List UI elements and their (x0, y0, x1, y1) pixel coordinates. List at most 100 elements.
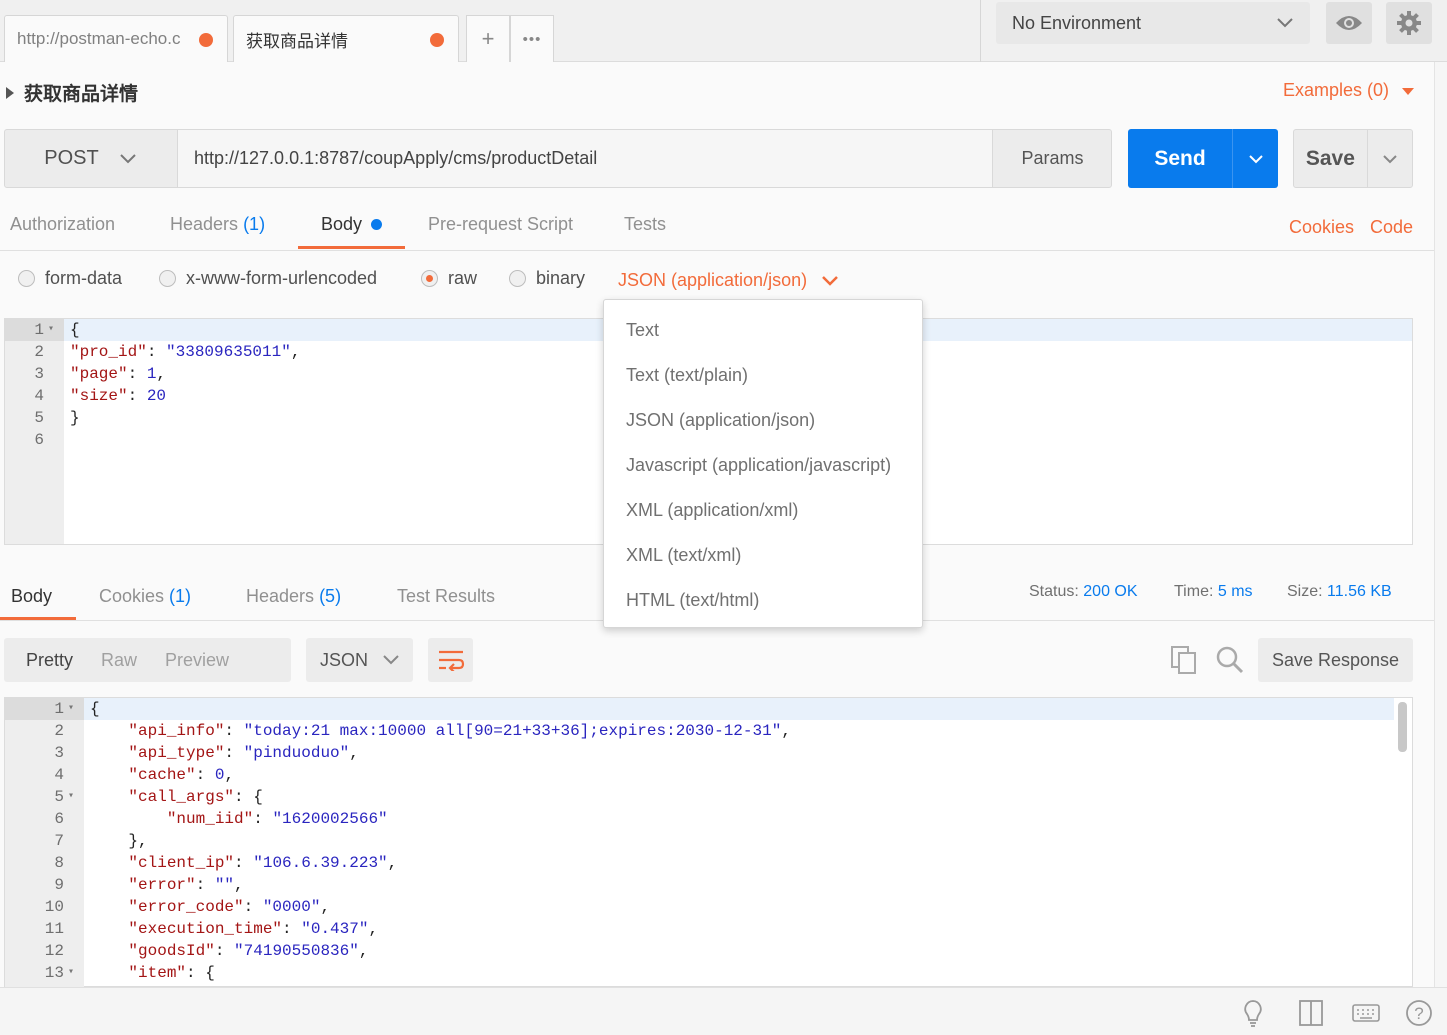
copy-response-button[interactable] (1170, 645, 1198, 680)
code-token: : (195, 876, 215, 894)
new-tab-button[interactable]: + (466, 15, 510, 62)
response-tab-test-results[interactable]: Test Results (397, 586, 495, 607)
url-input[interactable]: http://127.0.0.1:8787/coupApply/cms/prod… (178, 130, 992, 187)
fold-caret-icon[interactable]: ▾ (44, 319, 58, 341)
wrap-lines-button[interactable] (428, 638, 473, 682)
save-response-button[interactable]: Save Response (1258, 638, 1413, 682)
code-token: : (224, 744, 244, 762)
code-token: : (243, 898, 263, 916)
more-tabs-button[interactable]: ••• (510, 15, 554, 62)
tab-tests[interactable]: Tests (624, 214, 666, 235)
radio-button[interactable] (18, 270, 35, 287)
size-value: 11.56 KB (1327, 583, 1392, 600)
save-options-button[interactable] (1366, 130, 1412, 187)
manage-environments-button[interactable] (1386, 2, 1432, 44)
request-name-label: 获取商品详情 (24, 83, 139, 105)
response-tab-headers[interactable]: Headers (5) (246, 586, 341, 607)
line-number: 10 (24, 896, 78, 918)
bootcamp-button[interactable] (1241, 999, 1265, 1032)
radio-raw[interactable]: raw (421, 268, 477, 289)
response-format-select[interactable]: JSON (306, 638, 413, 682)
two-pane-view-button[interactable] (1298, 999, 1324, 1032)
tab-label: Headers (246, 586, 315, 606)
tab-product-detail[interactable]: 获取商品详情 (233, 15, 459, 63)
svg-text:?: ? (1414, 1004, 1423, 1023)
code-token: : { (234, 788, 263, 806)
tab-authorization[interactable]: Authorization (10, 214, 115, 235)
help-button[interactable]: ? (1405, 999, 1433, 1032)
save-button[interactable]: Save (1293, 129, 1413, 188)
code-line: } (70, 407, 300, 429)
content-type-option[interactable]: XML (application/xml) (604, 488, 922, 533)
window-scrollbar[interactable] (1434, 62, 1447, 987)
view-preview-button[interactable]: Preview (159, 650, 251, 671)
tab-headers[interactable]: Headers (1) (170, 214, 265, 235)
tab-body[interactable]: Body (321, 214, 383, 235)
fold-caret-icon[interactable]: ▾ (64, 962, 78, 984)
tab-label: Pre-request Script (428, 214, 574, 234)
request-body-code[interactable]: {"pro_id": "33809635011", "page": 1, "size… (70, 319, 300, 451)
line-number-text: 5 (34, 409, 44, 427)
content-type-dropdown: Text Text (text/plain) JSON (application/j… (603, 299, 923, 628)
fold-caret-icon[interactable]: ▾ (64, 698, 78, 720)
code-line: "page": 1, (70, 363, 300, 385)
code-line: "error_code": "0000", (90, 896, 791, 918)
line-number: 11 (24, 918, 78, 940)
radio-button[interactable] (509, 270, 526, 287)
response-body-code: { "api_info": "today:21 max:10000 all[90… (90, 698, 791, 984)
method-select[interactable]: POST (4, 129, 178, 188)
content-type-option[interactable]: Text (text/plain) (604, 353, 922, 398)
code-token: , (368, 920, 379, 938)
tab-label: Authorization (10, 214, 116, 234)
code-token: "pinduoduo" (243, 744, 350, 762)
response-scrollbar-thumb[interactable] (1398, 702, 1407, 752)
tab-label: Body (11, 586, 53, 606)
radio-form-data[interactable]: form-data (18, 268, 122, 289)
content-type-option[interactable]: Text (604, 308, 922, 353)
content-type-option[interactable]: Javascript (application/javascript) (604, 443, 922, 488)
radio-button[interactable] (421, 270, 438, 287)
code-line: "pro_id": "33809635011", (70, 341, 300, 363)
request-name[interactable]: 获取商品详情 (6, 79, 138, 106)
code-link[interactable]: Code (1370, 217, 1413, 238)
fold-caret-icon[interactable]: ▾ (64, 786, 78, 808)
content-type-option[interactable]: JSON (application/json) (604, 398, 922, 443)
line-number-text: 12 (44, 942, 64, 960)
size-label: Size: (1287, 583, 1323, 600)
keyboard-shortcuts-button[interactable] (1352, 1003, 1380, 1028)
search-response-button[interactable] (1215, 645, 1245, 680)
examples-dropdown[interactable]: Examples (0) (1283, 80, 1415, 101)
code-token: , (224, 766, 235, 784)
environment-quick-look-button[interactable] (1326, 2, 1372, 44)
tab-postman-echo[interactable]: http://postman-echo.c (4, 15, 228, 62)
code-token: "74190550836" (234, 942, 359, 960)
radio-binary[interactable]: binary (509, 268, 585, 289)
environment-select[interactable]: No Environment (996, 2, 1310, 44)
view-raw-button[interactable]: Raw (95, 650, 159, 671)
radio-button[interactable] (159, 270, 176, 287)
code-token: } (70, 409, 80, 427)
content-type-select[interactable]: JSON (application/json) (618, 270, 839, 291)
params-button[interactable]: Params (992, 130, 1112, 187)
view-pretty-button[interactable]: Pretty (4, 650, 95, 671)
tab-prerequest-script[interactable]: Pre-request Script (428, 214, 573, 235)
response-tab-body[interactable]: Body (11, 586, 52, 607)
send-button[interactable]: Send (1128, 129, 1278, 188)
response-tab-cookies[interactable]: Cookies (1) (99, 586, 191, 607)
content-type-option[interactable]: HTML (text/html) (604, 578, 922, 623)
chevron-down-icon (1248, 154, 1263, 163)
line-number-text: 13 (44, 964, 64, 982)
radio-urlencoded[interactable]: x-www-form-urlencoded (159, 268, 377, 289)
tab-label: Cookies (99, 586, 165, 606)
line-number: 2 (4, 341, 58, 363)
content-type-option[interactable]: XML (text/xml) (604, 533, 922, 578)
line-number: 6 (4, 429, 58, 451)
send-options-button[interactable] (1232, 129, 1278, 188)
cookies-link[interactable]: Cookies (1289, 217, 1354, 238)
tab-label: Body (321, 214, 363, 234)
